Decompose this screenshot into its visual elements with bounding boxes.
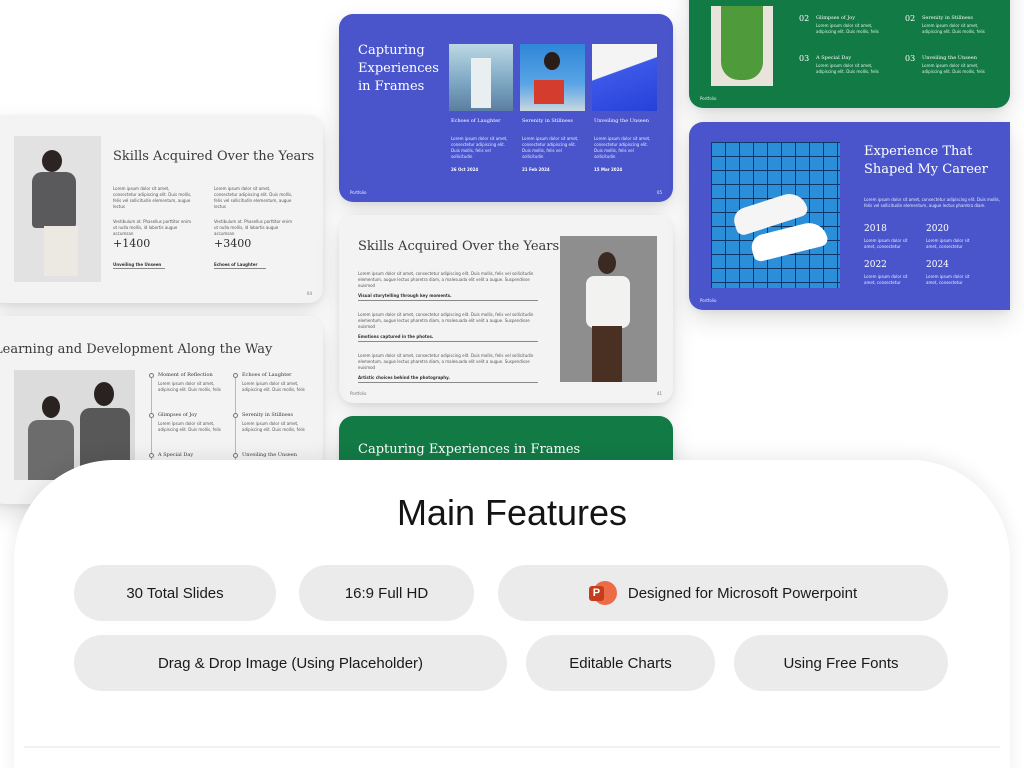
slide-page-number: 04 [306, 291, 312, 296]
feature-total-slides: 30 Total Slides [74, 565, 276, 621]
photo-denim-jacket [449, 44, 513, 111]
feature-drag-drop: Drag & Drop Image (Using Placeholder) [74, 635, 507, 691]
slide-thumbnail-green-timeline: 02 Glimpses of Joy Lorem ipsum dolor sit… [689, 0, 1010, 108]
caption-text-3: Lorem ipsum dolor sit amet, consectetur … [594, 136, 651, 159]
slide-title: Experience That Shaped My Career [864, 144, 988, 177]
photo-woman-motorbike [520, 44, 585, 111]
caption-2: Serenity in Stillness [522, 118, 573, 124]
slide-page-number: 05 [656, 190, 662, 195]
caption-1: Echoes of Laughter [451, 118, 501, 124]
stat-value-2: +3400 [214, 237, 252, 250]
powerpoint-icon: P [588, 580, 617, 607]
slide-footer: Portfolio [700, 298, 717, 303]
caption-text-1: Lorem ipsum dolor sit amet, consectetur … [451, 136, 508, 159]
slide-title: Skills Acquired Over the Years [358, 239, 560, 254]
photo-green-dress [711, 6, 773, 86]
slide-title: Skills Acquired Over the Years [113, 149, 315, 164]
feature-free-fonts: Using Free Fonts [734, 635, 948, 691]
slide-title: Capturing Experiences in Frames [358, 442, 581, 457]
slide-page-number: 41 [656, 391, 662, 396]
photo-blue-hair [592, 44, 657, 111]
date-1: 26 Oct 2024 [451, 167, 479, 172]
slide-thumbnail-skills-left: Skills Acquired Over the Years Lorem ips… [0, 115, 323, 303]
photo-woman-white-shirt [560, 236, 657, 382]
photo-sneakers-fence [711, 142, 840, 288]
stat-value-1: +1400 [113, 237, 151, 250]
main-features-title: Main Features [396, 492, 628, 533]
caption-text-2: Lorem ipsum dolor sit amet, consectetur … [522, 136, 579, 159]
slide-title: Learning and Development Along the Way [0, 342, 273, 357]
slide-footer: Portfolio [350, 190, 367, 195]
bottom-divider [24, 746, 1000, 748]
photo-woman-grey-suit [14, 136, 101, 282]
slide-footer: Portfolio [700, 96, 717, 101]
slide-footer: Portfolio [350, 391, 367, 396]
slide-thumbnail-skills-mid: Skills Acquired Over the Years Lorem ips… [339, 215, 673, 403]
feature-editable-charts: Editable Charts [526, 635, 715, 691]
slide-thumbnail-capturing-experiences: Capturing Experiences in Frames Echoes o… [339, 14, 673, 202]
feature-powerpoint: P Designed for Microsoft Powerpoint [498, 565, 948, 621]
slide-title: Capturing Experiences in Frames [358, 43, 439, 94]
slide-thumbnail-career: Experience That Shaped My Career Lorem i… [689, 122, 1010, 310]
date-2: 21 Feb 2024 [522, 167, 550, 172]
feature-full-hd: 16:9 Full HD [299, 565, 474, 621]
caption-3: Unveiling the Unseen [594, 118, 649, 124]
date-3: 15 Mar 2024 [594, 167, 623, 172]
